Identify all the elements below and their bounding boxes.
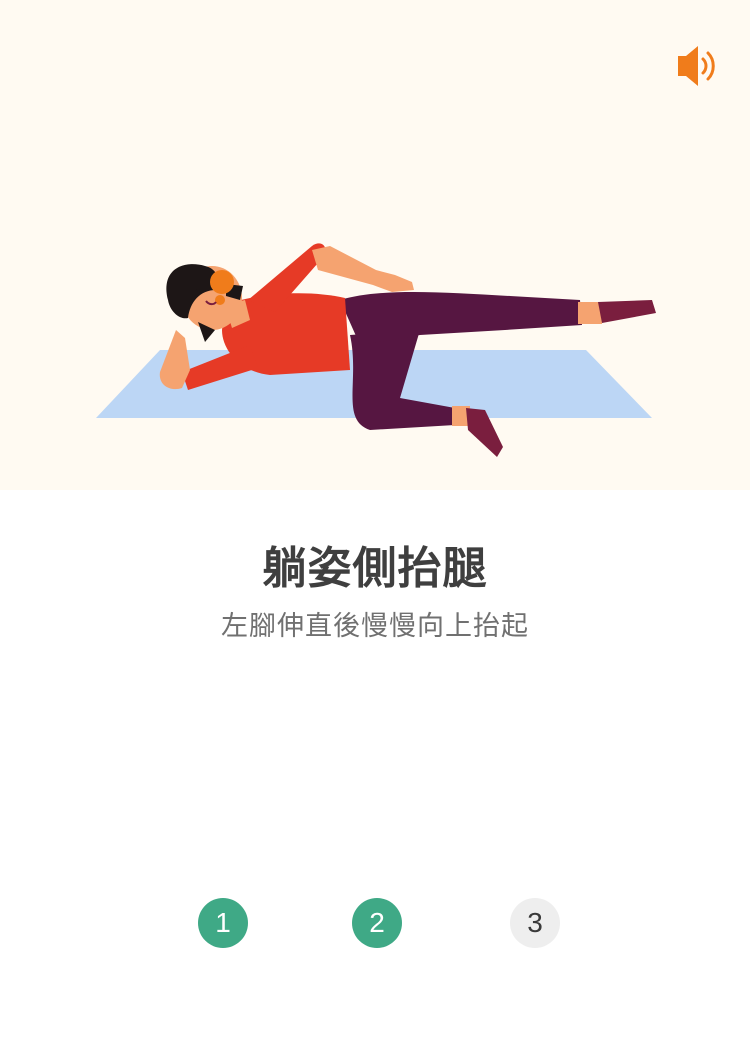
sound-toggle-button[interactable]	[670, 42, 724, 90]
exercise-title: 躺姿側抬腿	[262, 543, 488, 594]
step-1-indicator[interactable]: 1	[198, 898, 248, 948]
top-leg	[340, 292, 582, 345]
step-2-indicator[interactable]: 2	[352, 898, 402, 948]
step-indicator: 1 2 3	[0, 898, 750, 950]
exercise-instruction: 左腳伸直後慢慢向上抬起	[221, 611, 529, 642]
side-leg-raise-illustration	[96, 243, 656, 457]
exercise-illustration-panel	[0, 0, 750, 490]
step-3-indicator[interactable]: 3	[510, 898, 560, 948]
top-foot	[598, 300, 656, 323]
headphone	[210, 270, 234, 294]
speaker-icon	[678, 46, 715, 86]
